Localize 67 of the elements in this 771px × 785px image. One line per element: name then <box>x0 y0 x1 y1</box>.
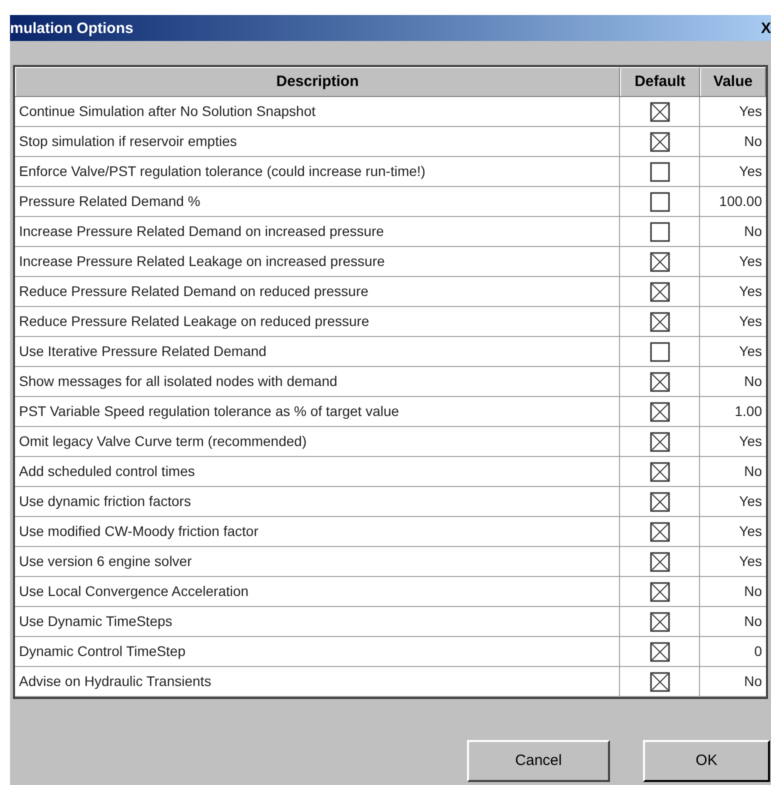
value-cell-text: Yes <box>738 492 763 511</box>
value-cell-text: Yes <box>738 342 763 361</box>
description-cell: Dynamic Control TimeStep <box>15 637 620 666</box>
checkbox[interactable] <box>650 612 670 632</box>
description-cell: Use version 6 engine solver <box>15 547 620 576</box>
value-cell-text: No <box>743 372 763 391</box>
value-cell-text: Yes <box>738 282 763 301</box>
value-cell-text: No <box>743 582 763 601</box>
checkbox[interactable] <box>650 252 670 272</box>
checkbox[interactable] <box>650 552 670 572</box>
checkbox[interactable] <box>650 282 670 302</box>
checkbox[interactable] <box>650 642 670 662</box>
description-cell: Advise on Hydraulic Transients <box>15 667 620 696</box>
window-title: mulation Options <box>10 20 134 36</box>
description-cell: Use Local Convergence Acceleration <box>15 577 620 606</box>
description-cell: Use Iterative Pressure Related Demand <box>15 337 620 366</box>
column-header: Value <box>700 67 766 96</box>
value-cell-text: Yes <box>738 432 763 451</box>
column-header: Default <box>620 67 700 96</box>
description-cell: Increase Pressure Related Leakage on increased pressure <box>15 247 620 276</box>
checkbox[interactable] <box>650 162 670 182</box>
description-cell: Omit legacy Valve Curve term (recommended) <box>15 427 620 456</box>
description-cell: Pressure Related Demand % <box>15 187 620 216</box>
description-cell: Use modified CW-Moody friction factor <box>15 517 620 546</box>
value-cell-text: Yes <box>738 552 763 571</box>
checkbox[interactable] <box>650 222 670 242</box>
value-cell-text: 0 <box>753 642 763 661</box>
value-cell-text: No <box>743 222 763 241</box>
value-cell-text: Yes <box>738 162 763 181</box>
checkbox[interactable] <box>650 102 670 122</box>
description-cell: PST Variable Speed regulation tolerance as % of target value <box>15 397 620 426</box>
ok-button[interactable]: OK <box>643 740 770 782</box>
checkbox[interactable] <box>650 462 670 482</box>
checkbox[interactable] <box>650 402 670 422</box>
description-cell: Stop simulation if reservoir empties <box>15 127 620 156</box>
value-cell-text: Yes <box>738 312 763 331</box>
value-cell-text: No <box>743 462 763 481</box>
description-cell: Enforce Valve/PST regulation tolerance (could increase run-time!) <box>15 157 620 186</box>
value-cell-text: Yes <box>738 102 763 121</box>
value-cell-text: 1.00 <box>734 402 763 421</box>
checkbox[interactable] <box>650 492 670 512</box>
value-cell-text: No <box>743 672 763 691</box>
checkbox[interactable] <box>650 432 670 452</box>
checkbox[interactable] <box>650 312 670 332</box>
description-cell: Use Dynamic TimeSteps <box>15 607 620 636</box>
checkbox[interactable] <box>650 192 670 212</box>
description-cell: Add scheduled control times <box>15 457 620 486</box>
value-cell-text: No <box>743 612 763 631</box>
description-cell: Increase Pressure Related Demand on increased pressure <box>15 217 620 246</box>
close-button[interactable]: X <box>760 20 771 36</box>
column-header: Description <box>15 67 620 96</box>
checkbox[interactable] <box>650 132 670 152</box>
value-cell-text: No <box>743 132 763 151</box>
description-cell: Reduce Pressure Related Demand on reduced pressure <box>15 277 620 306</box>
checkbox[interactable] <box>650 582 670 602</box>
value-cell-text: Yes <box>738 522 763 541</box>
checkbox[interactable] <box>650 522 670 542</box>
description-cell: Reduce Pressure Related Leakage on reduced pressure <box>15 307 620 336</box>
checkbox[interactable] <box>650 672 670 692</box>
cancel-button[interactable]: Cancel <box>467 740 610 782</box>
value-cell-text: Yes <box>738 252 763 271</box>
description-cell: Use dynamic friction factors <box>15 487 620 516</box>
value-cell-text: 100.00 <box>718 192 763 211</box>
description-cell: Continue Simulation after No Solution Snapshot <box>15 97 620 126</box>
checkbox[interactable] <box>650 372 670 392</box>
checkbox[interactable] <box>650 342 670 362</box>
description-cell: Show messages for all isolated nodes with demand <box>15 367 620 396</box>
